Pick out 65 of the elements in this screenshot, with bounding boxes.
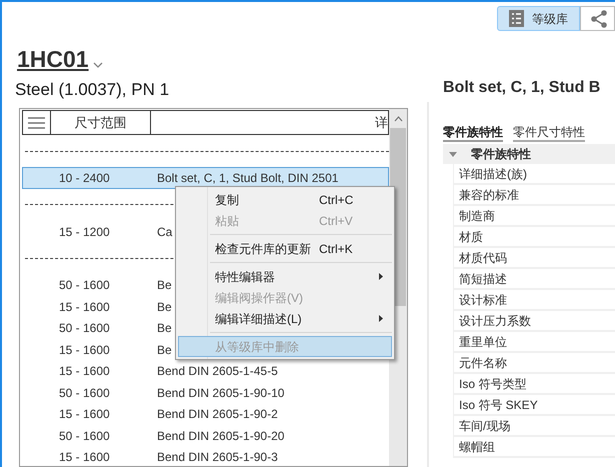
group-header[interactable]: 零件族特性 — [443, 144, 615, 164]
list-icon — [509, 10, 524, 27]
size-range: 15 - 1200 — [58, 224, 111, 240]
property-name: 材质代码 — [453, 248, 615, 269]
menu-item[interactable]: 特性编辑器 — [178, 266, 392, 287]
description: Be — [157, 342, 172, 358]
description: Bend DIN 2605-1-90-10 — [157, 384, 284, 402]
share-icon — [590, 10, 608, 28]
property-name: 设计标准 — [453, 290, 615, 311]
description: Be — [157, 298, 172, 316]
spec-button[interactable]: 等级库 — [497, 6, 580, 31]
submenu-arrow-icon — [379, 315, 383, 322]
size-range: 15 - 1600 — [58, 363, 111, 380]
size-range: 15 - 1600 — [58, 406, 111, 423]
spec-subtitle: Steel (1.0037), PN 1 — [14, 79, 170, 100]
description: Bend DIN 2605-1-90-20 — [157, 428, 284, 444]
property-name: Iso 符号 SKEY — [453, 395, 615, 416]
size-range: 50 - 1600 — [58, 320, 111, 337]
description: Bend DIN 2605-1-45-5 — [157, 363, 278, 380]
property-name: 设计压力系数 — [453, 311, 615, 332]
menu-item[interactable]: 编辑详细描述(L) — [178, 308, 392, 329]
table-row[interactable]: 15 - 1600 Bend DIN 2605-1-45-5 — [22, 360, 389, 382]
size-range: 15 - 1600 — [58, 298, 111, 316]
property-name: 详细描述(族) — [453, 164, 615, 185]
group-label: 零件族特性 — [471, 146, 531, 163]
size-range: 15 - 1600 — [58, 342, 111, 358]
submenu-arrow-icon — [379, 273, 383, 280]
tab[interactable]: 零件尺寸特性 — [513, 124, 585, 142]
property-name: Iso 符号类型 — [453, 374, 615, 395]
menu-item[interactable]: 检查元件库的更新 Ctrl+K — [178, 238, 392, 259]
description: Ca — [157, 224, 172, 240]
description: Bend DIN 2605-1-90-3 — [157, 449, 278, 466]
size-range: 50 - 1600 — [58, 277, 111, 294]
property-name: 重里单位 — [453, 332, 615, 353]
table-row[interactable]: 50 - 1600 Bend DIN 2605-1-90-10 — [22, 382, 389, 404]
table-row[interactable]: 10 - 2400 Bolt set, C, 1, Stud Bolt, DIN 2501 — [22, 167, 389, 189]
size-range: 50 - 1600 — [58, 384, 111, 402]
chevron-down-icon[interactable] — [92, 62, 103, 68]
description: Be — [157, 277, 172, 294]
description: Bolt set, C, 1, Stud Bolt, DIN 2501 — [157, 170, 338, 187]
scroll-up-icon[interactable] — [394, 116, 402, 122]
part-title: Bolt set, C, 1, Stud B — [443, 78, 602, 98]
property-name: 螺帽组 — [453, 437, 615, 458]
property-name: 兼容的标准 — [453, 185, 615, 206]
table-row[interactable]: 15 - 1600 Bend DIN 2605-1-90-2 — [22, 403, 389, 425]
property-name: 简短描述 — [453, 269, 615, 290]
property-name: 材质 — [453, 227, 615, 248]
tab[interactable]: 零件族特性 — [443, 124, 503, 142]
column-header[interactable]: 详 — [151, 111, 388, 134]
menu-icon[interactable] — [28, 116, 45, 129]
table-row[interactable]: 50 - 1600 Bend DIN 2605-1-90-20 — [22, 424, 389, 446]
size-range: 50 - 1600 — [58, 428, 111, 444]
menu-item[interactable]: 复制 Ctrl+C — [178, 189, 392, 210]
column-header[interactable]: 尺寸范围 — [51, 111, 151, 134]
spec-name[interactable]: 1HC01 — [17, 48, 89, 71]
expanded-triangle-icon[interactable] — [449, 152, 457, 156]
share-button[interactable] — [580, 6, 615, 31]
description: Be — [157, 320, 172, 337]
description: Bend DIN 2605-1-90-2 — [157, 406, 278, 423]
property-name: 制造商 — [453, 206, 615, 227]
table-row[interactable]: 15 - 1600 Bend DIN 2605-1-90-3 — [22, 446, 389, 466]
property-name: 车间/现场 — [453, 416, 615, 437]
size-range: 15 - 1600 — [58, 449, 111, 466]
size-range: 10 - 2400 — [58, 170, 111, 187]
property-name: 元件名称 — [453, 353, 615, 374]
